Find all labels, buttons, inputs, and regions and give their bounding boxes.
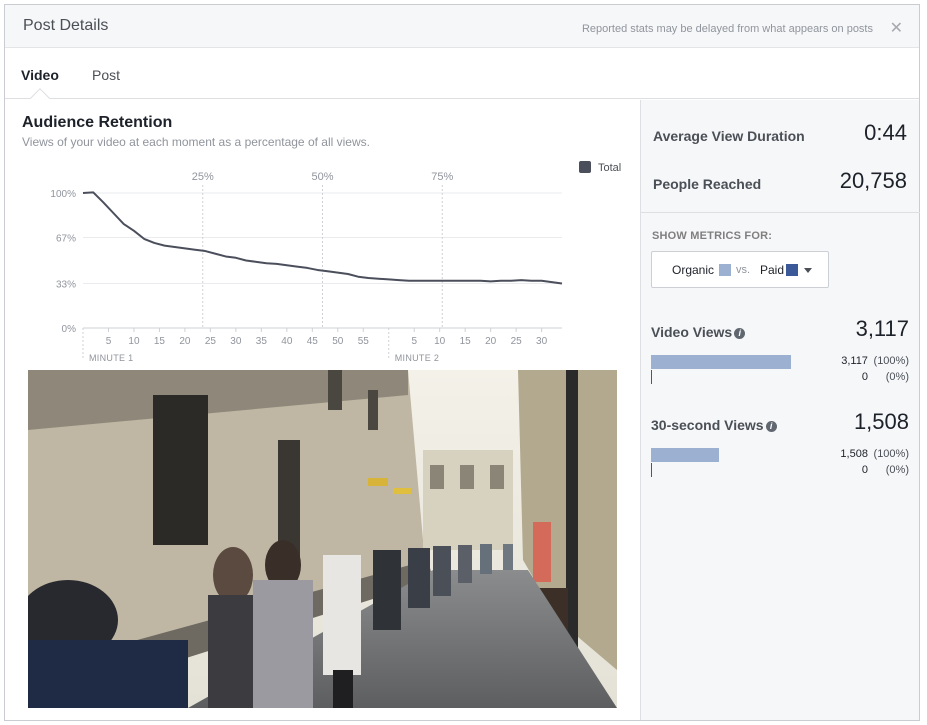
- thirty-sec-views-paid-bar: [651, 463, 652, 477]
- thirty-sec-views-label-text: 30-second Views: [651, 417, 764, 433]
- info-icon[interactable]: i: [734, 328, 746, 339]
- x-tick-label: 15: [460, 336, 472, 347]
- minute-label: MINUTE 2: [395, 353, 439, 363]
- close-icon[interactable]: ✕: [890, 18, 903, 38]
- stats-delay-note: Reported stats may be delayed from what …: [581, 23, 873, 35]
- thirty-sec-views-organic-pct: (100%): [873, 448, 909, 460]
- thirty-sec-views-total: 1,508: [853, 409, 909, 434]
- thirty-sec-views-paid-pct: (0%): [885, 464, 909, 476]
- x-tick-label: 40: [281, 336, 293, 347]
- thirty-sec-views-organic-value: 1,508: [840, 448, 868, 460]
- legend-swatch-total: [579, 161, 591, 173]
- retention-title: Audience Retention: [22, 114, 173, 131]
- retention-chart: 25% 50% 75% 100% 67% 33% 0% 5 10 15 20 25 30 35 40 45…: [50, 161, 621, 363]
- thirty-sec-views-paid-value: 0: [861, 464, 868, 476]
- organic-swatch: [719, 264, 731, 276]
- thirty-sec-views-organic-row: 1,508 (100%): [840, 448, 909, 460]
- thirty-sec-views-label: 30-second Views i: [651, 417, 777, 433]
- x-tick-label: 15: [154, 336, 166, 347]
- x-tick-label: 20: [485, 336, 497, 347]
- x-tick-label: 5: [411, 336, 417, 347]
- paid-swatch: [786, 264, 798, 276]
- x-tick-label: 45: [307, 336, 319, 347]
- y-tick-label: 100%: [50, 189, 76, 200]
- x-tick-label: 10: [128, 336, 140, 347]
- chevron-down-icon: [804, 268, 812, 273]
- video-views-paid-bar: [651, 370, 652, 384]
- video-views-organic-row: 3,117 (100%): [841, 355, 909, 367]
- video-views-label: Video Views i: [651, 324, 746, 340]
- x-tick-label: 35: [256, 336, 268, 347]
- info-icon[interactable]: i: [765, 421, 777, 432]
- quartile-label: 50%: [311, 171, 333, 183]
- video-views-organic-bar: [651, 355, 791, 369]
- x-tick-label: 20: [179, 336, 191, 347]
- dialog-title: Post Details: [23, 17, 109, 34]
- avg-view-duration-label: Average View Duration: [653, 128, 805, 144]
- video-views-total: 3,117: [855, 316, 909, 341]
- quartile-label: 25%: [192, 171, 214, 183]
- x-tick-label: 50: [332, 336, 344, 347]
- avg-view-duration-value: 0:44: [864, 120, 907, 145]
- y-tick-label: 0%: [62, 324, 77, 335]
- x-tick-label: 10: [434, 336, 446, 347]
- retention-panel: Audience Retention Views of your video a…: [5, 100, 640, 720]
- post-details-dialog: Post Details Reported stats may be delay…: [4, 4, 920, 721]
- x-tick-label: 55: [358, 336, 370, 347]
- minute-label: MINUTE 1: [89, 353, 133, 363]
- x-tick-label: 5: [106, 336, 112, 347]
- x-tick-label: 25: [511, 336, 523, 347]
- x-tick-label: 25: [205, 336, 217, 347]
- show-metrics-label: SHOW METRICS FOR:: [652, 230, 773, 242]
- paid-label: Paid: [760, 263, 785, 277]
- legend-label-total: Total: [598, 162, 621, 174]
- y-tick-label: 33%: [56, 279, 76, 290]
- video-views-paid-pct: (0%): [885, 371, 909, 383]
- video-views-paid-row: 0 (0%): [862, 371, 909, 383]
- tab-bar: Video Post: [5, 49, 919, 108]
- people-reached-label: People Reached: [653, 176, 762, 192]
- stats-divider: [641, 212, 920, 213]
- video-views-organic-pct: (100%): [873, 355, 909, 367]
- stats-panel: Average View Duration 0:44 People Reache…: [640, 100, 920, 720]
- video-frame-image: [28, 370, 617, 708]
- video-views-organic-value: 3,117: [841, 355, 868, 367]
- thirty-sec-views-paid-row: 0 (0%): [862, 464, 909, 476]
- metrics-filter-dropdown[interactable]: Organic vs. Paid: [651, 251, 829, 288]
- video-player[interactable]: [28, 370, 617, 708]
- tab-post[interactable]: Post: [92, 67, 120, 83]
- thirty-sec-views-organic-bar: [651, 448, 719, 462]
- vs-label: vs.: [736, 264, 751, 276]
- x-tick-label: 30: [536, 336, 548, 347]
- tab-video[interactable]: Video: [21, 67, 59, 83]
- retention-subtitle: Views of your video at each moment as a …: [22, 135, 370, 149]
- people-reached-value: 20,758: [839, 168, 907, 193]
- quartile-label: 75%: [431, 171, 453, 183]
- organic-label: Organic: [672, 263, 715, 277]
- dialog-header: Post Details Reported stats may be delay…: [5, 5, 919, 48]
- video-views-paid-value: 0: [861, 371, 868, 383]
- y-tick-label: 67%: [56, 234, 76, 245]
- x-tick-label: 30: [230, 336, 242, 347]
- video-views-label-text: Video Views: [651, 324, 733, 340]
